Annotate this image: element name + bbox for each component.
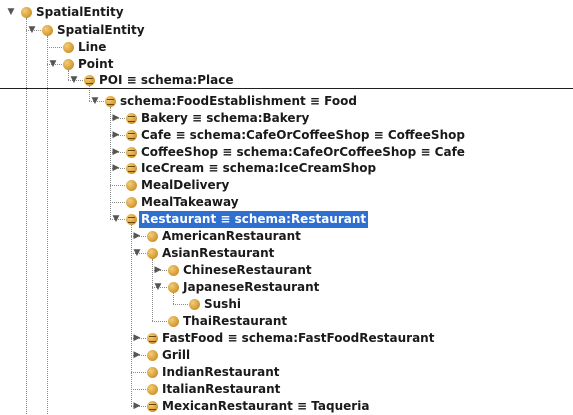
tree-node-label: AmericanRestaurant [162, 229, 301, 243]
expand-toggle-icon[interactable]: ▶ [152, 262, 164, 279]
tree-branch-line [47, 47, 62, 48]
equivalent-class-icon [126, 130, 137, 141]
tree-node-label: SpatialEntity [36, 5, 124, 19]
tree-branch-line [110, 202, 125, 203]
equivalent-class-icon [126, 163, 137, 174]
tree-node-spatialentity[interactable]: ▼ SpatialEntity [0, 4, 573, 21]
tree-node-label: IceCream ≡ schema:IceCreamShop [141, 161, 377, 175]
class-icon [147, 248, 158, 259]
tree-node-asianrestaurant[interactable]: ▼ AsianRestaurant [0, 245, 573, 262]
expand-toggle-icon[interactable]: ▶ [131, 398, 143, 415]
expand-toggle-icon[interactable]: ▶ [131, 330, 143, 347]
expand-toggle-icon[interactable]: ▶ [110, 127, 122, 144]
tree-node-label: ChineseRestaurant [183, 263, 312, 277]
tree-node-sushi[interactable]: Sushi [0, 296, 573, 313]
tree-node-fastfood[interactable]: ▶ FastFood ≡ schema:FastFoodRestaurant [0, 330, 573, 347]
class-icon [126, 180, 137, 191]
tree-node-label: CoffeeShop ≡ schema:CafeOrCoffeeShop ≡ C… [141, 145, 465, 159]
tree-node-label: Point [78, 57, 114, 71]
tree-node-label: Cafe ≡ schema:CafeOrCoffeeShop ≡ CoffeeS… [141, 128, 465, 142]
tree-node-bakery[interactable]: ▶ Bakery ≡ schema:Bakery [0, 110, 573, 127]
collapse-toggle-icon[interactable]: ▼ [89, 93, 101, 110]
collapse-toggle-icon[interactable]: ▼ [131, 245, 143, 262]
collapse-toggle-icon[interactable]: ▼ [68, 72, 80, 89]
class-icon [189, 299, 200, 310]
tree-node-japaneserestaurant[interactable]: ▼ JapaneseRestaurant [0, 279, 573, 296]
tree-branch-line [173, 304, 188, 305]
expand-toggle-icon[interactable]: ▶ [110, 110, 122, 127]
tree-node-label: SpatialEntity [57, 23, 145, 37]
tree-node-chineserestaurant[interactable]: ▶ ChineseRestaurant [0, 262, 573, 279]
class-icon [42, 25, 53, 36]
class-icon [147, 350, 158, 361]
tree-node-point[interactable]: ▼ Point [0, 56, 573, 73]
tree-node-label: Sushi [204, 297, 241, 311]
tree-node-italianrestaurant[interactable]: ItalianRestaurant [0, 381, 573, 398]
class-icon [21, 7, 32, 18]
tree-node-thairestaurant[interactable]: ThaiRestaurant [0, 313, 573, 330]
tree-node-label: FastFood ≡ schema:FastFoodRestaurant [162, 331, 435, 345]
equivalent-class-icon [147, 333, 158, 344]
equivalent-class-icon [147, 401, 158, 412]
class-icon [168, 265, 179, 276]
tree-node-label: POI ≡ schema:Place [99, 73, 234, 87]
tree-node-label: IndianRestaurant [162, 365, 280, 379]
tree-node-schema-foodestablishment[interactable]: ▼ schema:FoodEstablishment ≡ Food [0, 93, 573, 110]
tree-branch-line [131, 389, 146, 390]
expand-toggle-icon[interactable]: ▶ [110, 144, 122, 161]
class-icon [147, 384, 158, 395]
tree-node-label: Restaurant ≡ schema:Restaurant [139, 211, 369, 228]
expand-toggle-icon[interactable]: ▶ [131, 228, 143, 245]
tree-node-coffeeshop[interactable]: ▶ CoffeeShop ≡ schema:CafeOrCoffeeShop ≡ … [0, 144, 573, 161]
class-icon [63, 59, 74, 70]
collapse-toggle-icon[interactable]: ▼ [26, 22, 38, 39]
equivalent-class-icon [84, 75, 95, 86]
tree-node-restaurant[interactable]: ▼ Restaurant ≡ schema:Restaurant [0, 211, 573, 228]
class-icon [147, 367, 158, 378]
class-hierarchy-tree: ▼ SpatialEntity ▼ SpatialEntity Line ▼ Point ▼ P… [0, 0, 573, 414]
class-icon [63, 42, 74, 53]
collapse-toggle-icon[interactable]: ▼ [5, 4, 17, 21]
tree-node-americanrestaurant[interactable]: ▶ AmericanRestaurant [0, 228, 573, 245]
tree-node-label: Bakery ≡ schema:Bakery [141, 111, 310, 125]
expand-toggle-icon[interactable]: ▶ [110, 160, 122, 177]
equivalent-class-icon [105, 96, 116, 107]
tree-node-grill[interactable]: ▶ Grill [0, 347, 573, 364]
tree-node-label: ThaiRestaurant [183, 314, 288, 328]
tree-node-poi[interactable]: ▼ POI ≡ schema:Place [0, 72, 573, 89]
class-icon [168, 316, 179, 327]
tree-node-label: MexicanRestaurant ≡ Taqueria [162, 399, 370, 413]
tree-node-label: Line [78, 40, 107, 54]
tree-branch-line [131, 372, 146, 373]
tree-node-mealtakeaway[interactable]: MealTakeaway [0, 194, 573, 211]
collapse-toggle-icon[interactable]: ▼ [152, 279, 164, 296]
panel-divider [0, 88, 573, 89]
tree-node-label: AsianRestaurant [162, 246, 275, 260]
tree-node-label: schema:FoodEstablishment ≡ Food [120, 94, 357, 108]
collapse-toggle-icon[interactable]: ▼ [110, 211, 122, 228]
tree-node-mealdelivery[interactable]: MealDelivery [0, 177, 573, 194]
expand-toggle-icon[interactable]: ▶ [131, 347, 143, 364]
tree-node-cafe[interactable]: ▶ Cafe ≡ schema:CafeOrCoffeeShop ≡ Coffee… [0, 127, 573, 144]
tree-node-icecream[interactable]: ▶ IceCream ≡ schema:IceCreamShop [0, 160, 573, 177]
class-icon [168, 282, 179, 293]
tree-node-label: Grill [162, 348, 191, 362]
tree-node-label: MealDelivery [141, 178, 230, 192]
tree-node-mexicanrestaurant[interactable]: ▶ MexicanRestaurant ≡ Taqueria [0, 398, 573, 415]
tree-branch-line [110, 185, 125, 186]
class-icon [126, 197, 137, 208]
tree-node-spatialentity[interactable]: ▼ SpatialEntity [0, 22, 573, 39]
equivalent-class-icon [126, 147, 137, 158]
tree-node-line[interactable]: Line [0, 39, 573, 56]
equivalent-class-icon [126, 214, 137, 225]
collapse-toggle-icon[interactable]: ▼ [47, 56, 59, 73]
tree-node-label: JapaneseRestaurant [183, 280, 320, 294]
tree-node-label: ItalianRestaurant [162, 382, 281, 396]
tree-branch-line [152, 321, 167, 322]
tree-node-indianrestaurant[interactable]: IndianRestaurant [0, 364, 573, 381]
tree-node-label: MealTakeaway [141, 195, 239, 209]
class-icon [147, 231, 158, 242]
equivalent-class-icon [126, 113, 137, 124]
